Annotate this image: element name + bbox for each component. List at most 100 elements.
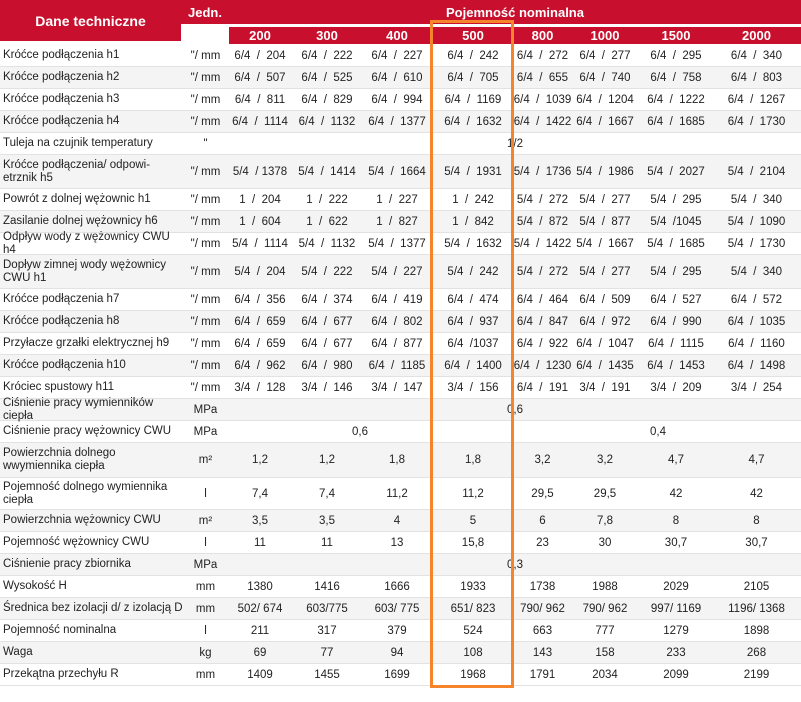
table-cell: 603/775 xyxy=(306,602,348,615)
table-cell: 3/4 / 128 xyxy=(234,381,286,394)
row-label: Króćce podłączenia h7 xyxy=(3,293,120,305)
table-cell: 6/4 / 655 xyxy=(516,71,569,84)
table-cell: 5/4 / 1377 xyxy=(368,237,426,250)
table-cell: 7,4 xyxy=(319,487,335,500)
table-cell: 8 xyxy=(753,514,760,527)
table-cell: 1898 xyxy=(743,624,770,637)
capacity-header-2: 400 xyxy=(386,28,408,43)
table-cell: 1 / 222 xyxy=(306,193,348,206)
table-cell: 317 xyxy=(317,624,337,637)
merged-cell: 0,3 xyxy=(507,558,523,571)
row-label: Dopływ zimnej wody wężownicy CWU h1 xyxy=(3,258,166,284)
table-cell: 6/4 / 847 xyxy=(516,315,569,328)
table-cell: 30,7 xyxy=(745,536,768,549)
row-unit: "/ mm xyxy=(190,315,221,328)
table-cell: 8 xyxy=(672,514,680,527)
row-unit: mm xyxy=(195,580,216,593)
table-cell: 6/4 / 677 xyxy=(301,337,353,350)
row-unit: m² xyxy=(198,454,213,466)
row-unit: "/ mm xyxy=(190,359,221,372)
table-cell: 6/4 / 1377 xyxy=(368,115,426,128)
table-row: Tuleja na czujnik temperatury " 1/2 xyxy=(0,133,801,155)
table-cell: 158 xyxy=(595,646,615,659)
table-cell: 5/4 / 1664 xyxy=(368,165,426,178)
table-row: Ciśnienie pracy zbiornika MPa 0,3 xyxy=(0,554,801,576)
table-cell: 211 xyxy=(250,624,270,637)
table-cell: 6/4 / 1267 xyxy=(727,93,786,106)
table-cell: 4 xyxy=(393,514,401,527)
table-row: Ciśnienie pracy wymienników ciepła MPa 0,6 xyxy=(0,397,801,422)
row-label: Króćce podłączenia h3 xyxy=(3,93,120,105)
table-cell: 6/4 / 659 xyxy=(234,337,286,350)
capacity-header-0: 200 xyxy=(249,28,271,43)
table-cell: 5/4 / 295 xyxy=(650,193,702,206)
table-cell: 5/4 / 1378 xyxy=(232,165,288,178)
table-cell: 30 xyxy=(598,536,612,549)
table-cell: 3,5 xyxy=(319,514,335,527)
row-label: Wysokość H xyxy=(3,580,67,592)
table-cell: 1 / 827 xyxy=(376,215,418,228)
row-unit: "/ mm xyxy=(190,381,221,394)
row-unit: "/ mm xyxy=(190,337,221,350)
row-label: Pojemność dolnego wymiennika ciepła xyxy=(3,480,168,506)
table-cell: 5/4 / 1422 xyxy=(513,237,572,250)
table-row: Króćce podłączenia h10 "/ mm 6/4 / 962 6/4 … xyxy=(0,355,801,377)
row-unit: mm xyxy=(195,668,216,681)
table-cell: 5/4 / 1414 xyxy=(298,165,356,178)
row-unit: l xyxy=(204,536,207,549)
table-cell: 6/4 / 1685 xyxy=(647,115,705,128)
table-cell: 6/4 / 374 xyxy=(301,293,353,306)
table-cell: 1666 xyxy=(384,580,410,593)
table-cell: 5/4 / 1730 xyxy=(727,237,786,250)
table-row: Króćce podłączenia h4 "/ mm 6/4 / 1114 6/4 … xyxy=(0,111,801,133)
merged-cell: 0,6 xyxy=(507,403,523,416)
table-cell: 6/4 / 525 xyxy=(301,71,353,84)
table-cell: 42 xyxy=(750,487,763,500)
table-cell: 1 / 622 xyxy=(306,215,348,228)
table-cell: 5/4 / 1685 xyxy=(647,237,705,250)
table-cell: 997/ 1169 xyxy=(650,602,702,615)
merged-cell: 1/2 xyxy=(507,137,523,150)
table-row: Króćce podłączenia h7 "/ mm 6/4 / 356 6/4 /… xyxy=(0,289,801,311)
table-cell: 3/4 / 147 xyxy=(371,381,423,394)
row-label: Ciśnienie pracy wężownicy CWU xyxy=(3,425,172,437)
table-cell: 1699 xyxy=(384,668,410,681)
row-unit: MPa xyxy=(193,558,218,571)
table-cell: 1196/ 1368 xyxy=(728,602,785,615)
row-label: Przyłacze grzałki elektrycznej h9 xyxy=(3,337,170,349)
table-cell: 233 xyxy=(666,646,686,659)
table-cell: 5/4 / 1736 xyxy=(513,165,572,178)
table-cell: 6/4 / 527 xyxy=(650,293,702,306)
table-cell: 790/ 962 xyxy=(582,602,628,615)
table-cell: 6/4 / 1132 xyxy=(298,115,356,128)
table-cell: 69 xyxy=(253,646,267,659)
table-cell: 6/4 / 802 xyxy=(371,315,423,328)
table-row: Waga kg 69 77 94 108 143 158 233 268 xyxy=(0,642,801,664)
table-cell: 1738 xyxy=(529,580,556,593)
row-label: Tuleja na czujnik temperatury xyxy=(3,137,153,149)
row-label: Powrót z dolnej wężownic h1 xyxy=(3,193,151,205)
table-cell: 4,7 xyxy=(748,454,765,466)
table-row: Króćce podłączenia h2 "/ mm 6/4 / 507 6/4 /… xyxy=(0,67,801,89)
table-cell: 663 xyxy=(532,624,553,637)
table-cell: 3,2 xyxy=(597,454,613,466)
table-cell: 7,4 xyxy=(252,487,268,500)
table-cell: 3/4 / 146 xyxy=(301,381,353,394)
table-cell: 29,5 xyxy=(593,487,617,500)
row-label: Króćce podłączenia h2 xyxy=(3,71,120,83)
table-cell: 29,5 xyxy=(531,487,554,500)
table-row: Króćce podłączenia h1 "/ mm 6/4 / 204 6/4 /… xyxy=(0,45,801,67)
table-row: Odpływ wody z wężownicy CWU h4 "/ mm 5/4 /… xyxy=(0,231,801,256)
table-cell: 6/4 / 990 xyxy=(650,315,702,328)
row-label: Króćce podłączenia h4 xyxy=(3,115,120,127)
capacity-header-7: 2000 xyxy=(742,28,771,43)
table-cell: 6/4 / 980 xyxy=(301,359,353,372)
row-label: Zasilanie dolnej wężownicy h6 xyxy=(3,215,158,227)
row-unit: "/ mm xyxy=(190,265,221,278)
table-cell: 5/4 / 2104 xyxy=(727,165,786,178)
row-unit: "/ mm xyxy=(190,193,221,206)
table-cell: 3,2 xyxy=(534,454,551,466)
row-label: Średnica bez izolacji d/ z izolacją D xyxy=(3,602,183,614)
table-cell: 42 xyxy=(669,487,683,500)
table-cell: 6/4 / 962 xyxy=(234,359,286,372)
